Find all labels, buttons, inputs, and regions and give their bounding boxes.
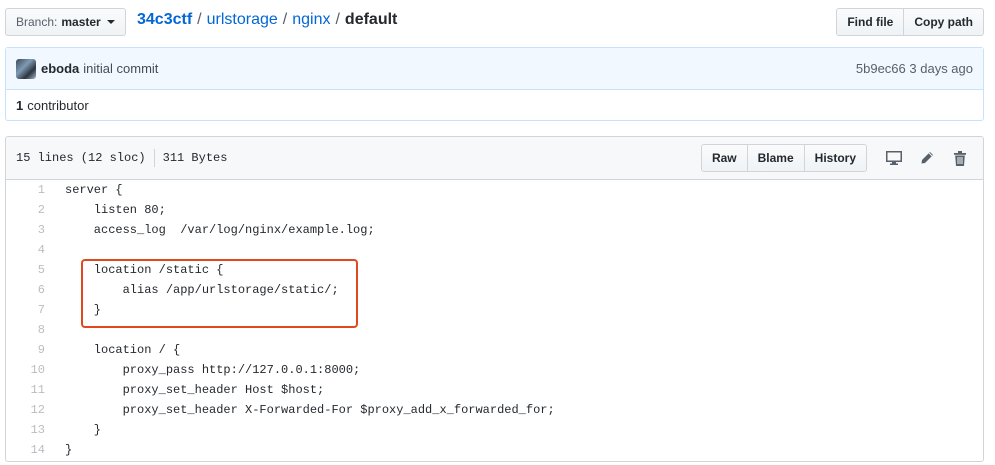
breadcrumb: 34c3ctf / urlstorage / nginx / default (137, 11, 397, 29)
breadcrumb-dir-nginx[interactable]: nginx (292, 11, 330, 29)
code-line: 2 listen 80; (6, 200, 983, 220)
breadcrumb-current-file: default (344, 11, 398, 28)
code-line: 12 proxy_set_header X-Forwarded-For $pro… (6, 400, 983, 420)
file-header: 15 lines (12 sloc) 311 Bytes Raw Blame H… (6, 137, 983, 180)
line-content: server { (65, 183, 123, 197)
avatar[interactable] (16, 58, 36, 79)
line-number[interactable]: 10 (6, 363, 45, 377)
code-line: 11 proxy_set_header Host $host; (6, 380, 983, 400)
file-actions: Raw Blame History (700, 144, 973, 172)
divider (153, 149, 155, 167)
highlight-annotation-box (81, 259, 358, 328)
line-number[interactable]: 6 (6, 283, 45, 297)
code-line: 13 } (6, 420, 983, 440)
line-number[interactable]: 9 (6, 343, 45, 357)
line-content: proxy_set_header Host $host; (65, 383, 325, 397)
breadcrumb-repo-link[interactable]: 34c3ctf (137, 11, 192, 29)
commit-time: 3 days ago (909, 61, 973, 76)
code-line: 3 access_log /var/log/nginx/example.log; (6, 220, 983, 240)
raw-button[interactable]: Raw (700, 144, 748, 172)
trash-icon[interactable] (947, 145, 973, 171)
code-line: 4 (6, 240, 983, 260)
branch-prefix: Branch: (16, 15, 58, 29)
code-line: 10 proxy_pass http://127.0.0.1:8000; (6, 360, 983, 380)
branch-select-button[interactable]: Branch: master (5, 8, 126, 36)
line-number[interactable]: 12 (6, 403, 45, 417)
history-button[interactable]: History (804, 144, 867, 172)
file-viewer: 15 lines (12 sloc) 311 Bytes Raw Blame H… (5, 136, 984, 462)
line-content: proxy_set_header X-Forwarded-For $proxy_… (65, 403, 555, 417)
line-number[interactable]: 4 (6, 243, 45, 257)
file-navigation: Branch: master 34c3ctf / urlstorage / ng… (5, 8, 984, 38)
breadcrumb-dir-urlstorage[interactable]: urlstorage (207, 11, 278, 29)
latest-commit-row: eboda initial commit 5b9ec66 3 days ago (6, 48, 983, 90)
caret-down-icon (106, 20, 115, 24)
line-content: } (65, 423, 102, 437)
code-view: 1 server {2 listen 80; 3 access_log /var/l… (6, 180, 983, 460)
top-actions: Find file Copy path (836, 8, 984, 36)
commit-message[interactable]: initial commit (83, 61, 158, 76)
contributor-count: 1 (16, 98, 24, 113)
contributor-label: contributor (27, 98, 89, 113)
pencil-icon[interactable] (914, 145, 940, 171)
line-content: } (65, 443, 73, 457)
file-lines-info: 15 lines (12 sloc) (16, 151, 146, 165)
commit-sha[interactable]: 5b9ec66 (856, 61, 906, 76)
copy-path-button[interactable]: Copy path (904, 8, 984, 36)
code-line: 14} (6, 440, 983, 460)
branch-name: master (61, 15, 101, 29)
line-content: listen 80; (65, 203, 166, 217)
commit-meta: 5b9ec66 3 days ago (856, 61, 973, 76)
breadcrumb-separator: / (282, 11, 288, 28)
line-number[interactable]: 3 (6, 223, 45, 237)
line-number[interactable]: 13 (6, 423, 45, 437)
contributors-row[interactable]: 1 contributor (6, 90, 983, 121)
line-number[interactable]: 5 (6, 263, 45, 277)
file-info: 15 lines (12 sloc) 311 Bytes (16, 149, 227, 167)
line-number[interactable]: 1 (6, 183, 45, 197)
breadcrumb-separator: / (335, 11, 340, 28)
code-line: 9 location / { (6, 340, 983, 360)
line-content: proxy_pass http://127.0.0.1:8000; (65, 363, 361, 377)
line-content: access_log /var/log/nginx/example.log; (65, 223, 375, 237)
code-line: 1 server { (6, 180, 983, 200)
file-view-buttons: Raw Blame History (700, 144, 867, 172)
line-number[interactable]: 14 (6, 443, 45, 457)
desktop-icon[interactable] (881, 145, 907, 171)
line-number[interactable]: 8 (6, 323, 45, 337)
commit-author[interactable]: eboda (41, 61, 79, 76)
file-size: 311 Bytes (162, 151, 228, 165)
find-file-button[interactable]: Find file (836, 8, 905, 36)
line-content: location / { (65, 343, 181, 357)
line-number[interactable]: 11 (6, 383, 45, 397)
commit-tease: eboda initial commit 5b9ec66 3 days ago … (5, 47, 984, 121)
line-number[interactable]: 7 (6, 303, 45, 317)
breadcrumb-separator: / (197, 11, 202, 28)
blame-button[interactable]: Blame (747, 144, 805, 172)
line-number[interactable]: 2 (6, 203, 45, 217)
